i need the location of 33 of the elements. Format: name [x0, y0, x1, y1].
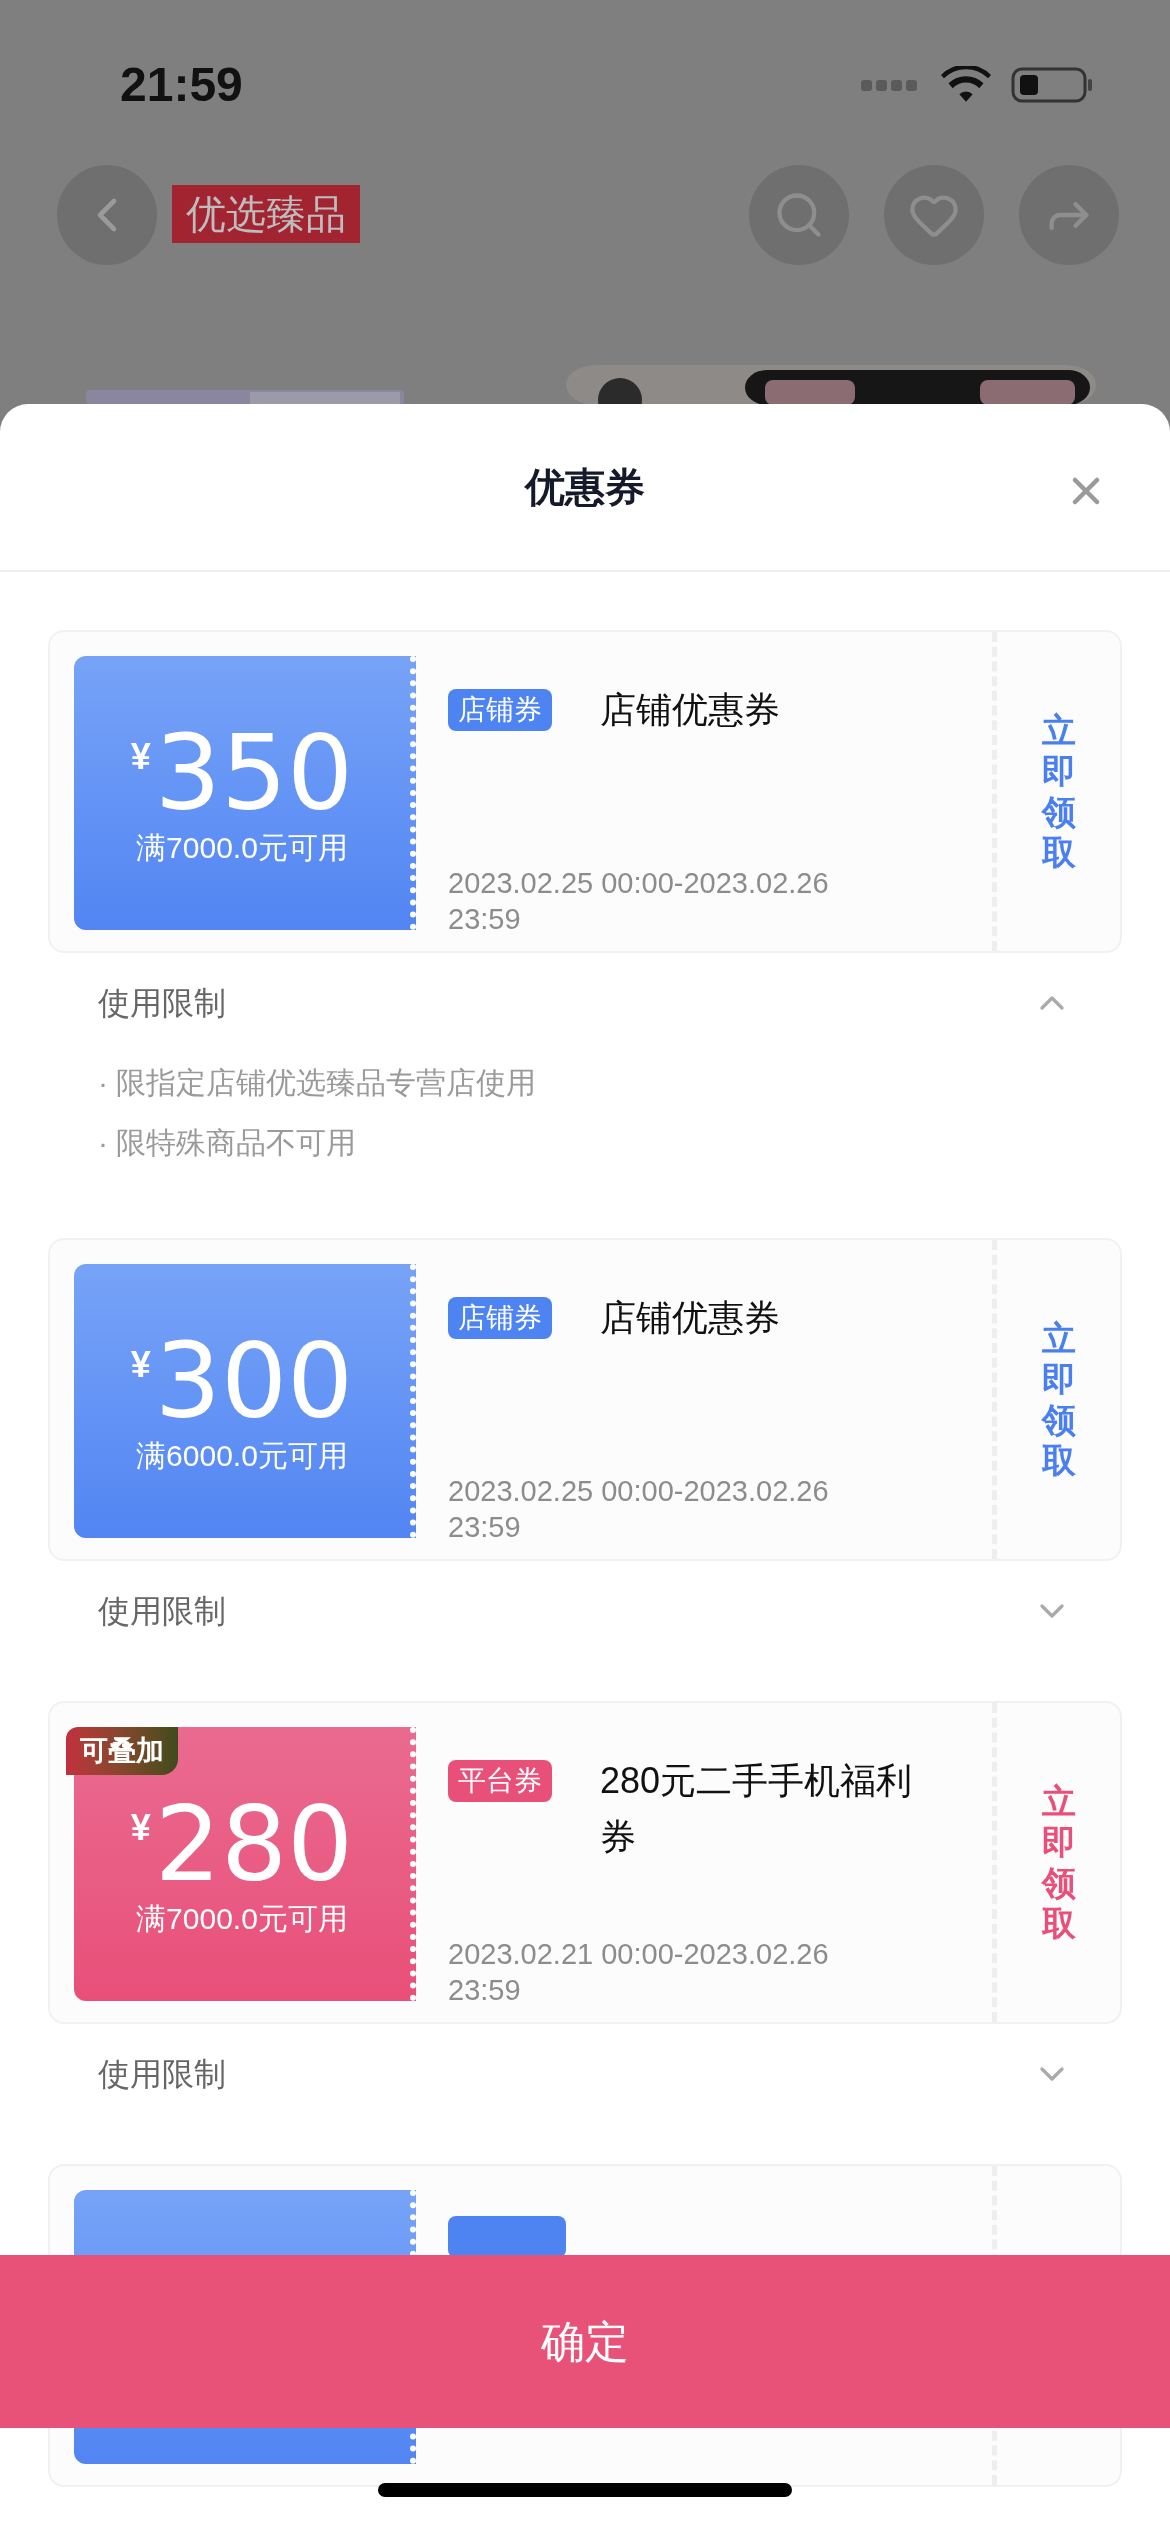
sheet-title: 优惠券	[525, 464, 645, 511]
wifi-icon	[941, 66, 991, 104]
usage-limits-toggle[interactable]: 使用限制	[48, 2024, 1122, 2124]
coupon-condition: 满7000.0元可用	[136, 830, 348, 866]
coupon-amount: 350	[154, 718, 354, 828]
coupon-name: 280元二手手机福利券	[600, 1759, 914, 1859]
usage-limits-toggle[interactable]: 使用限制	[48, 953, 1122, 1053]
claim-button[interactable]: 立即领取	[1041, 1780, 1076, 1945]
coupon-type-tag: 平台券	[448, 1760, 552, 1802]
coupon-amount: 300	[154, 1326, 354, 1436]
usage-rule: · 限指定店铺优选臻品专营店使用	[98, 1065, 538, 1101]
currency-symbol: ¥	[130, 1806, 151, 1850]
coupon-amount: 280	[154, 1789, 354, 1899]
currency-symbol: ¥	[130, 735, 151, 779]
confirm-button[interactable]: 确定	[0, 2255, 1170, 2428]
coupon-condition: 满6000.0元可用	[136, 1438, 348, 1474]
coupon-name: 店铺优惠券	[600, 1296, 781, 1340]
coupon-validity: 2023.02.21 00:00-2023.02.26 23:59	[448, 1937, 830, 2008]
currency-symbol: ¥	[130, 1343, 151, 1387]
stackable-badge: 可叠加	[66, 1727, 178, 1775]
coupon-type-tag: 店铺券	[448, 1297, 552, 1339]
claim-button[interactable]: 立即领取	[1041, 709, 1076, 874]
status-time: 21:59	[120, 57, 243, 113]
coupon-validity: 2023.02.25 00:00-2023.02.26 23:59	[448, 1474, 830, 1545]
usage-limits-toggle[interactable]: 使用限制	[48, 1561, 1122, 1661]
brand-label: 优选臻品	[172, 185, 360, 243]
battery-icon	[1011, 65, 1095, 105]
coupon-condition: 满7000.0元可用	[136, 1901, 348, 1937]
claim-button[interactable]: 立即领取	[1041, 1317, 1076, 1482]
usage-rule: · 限特殊商品不可用	[98, 1125, 358, 1161]
coupon-type-tag: 店铺券	[448, 689, 552, 731]
coupon-name: 店铺优惠券	[600, 688, 781, 732]
coupon-validity: 2023.02.25 00:00-2023.02.26 23:59	[448, 866, 830, 937]
